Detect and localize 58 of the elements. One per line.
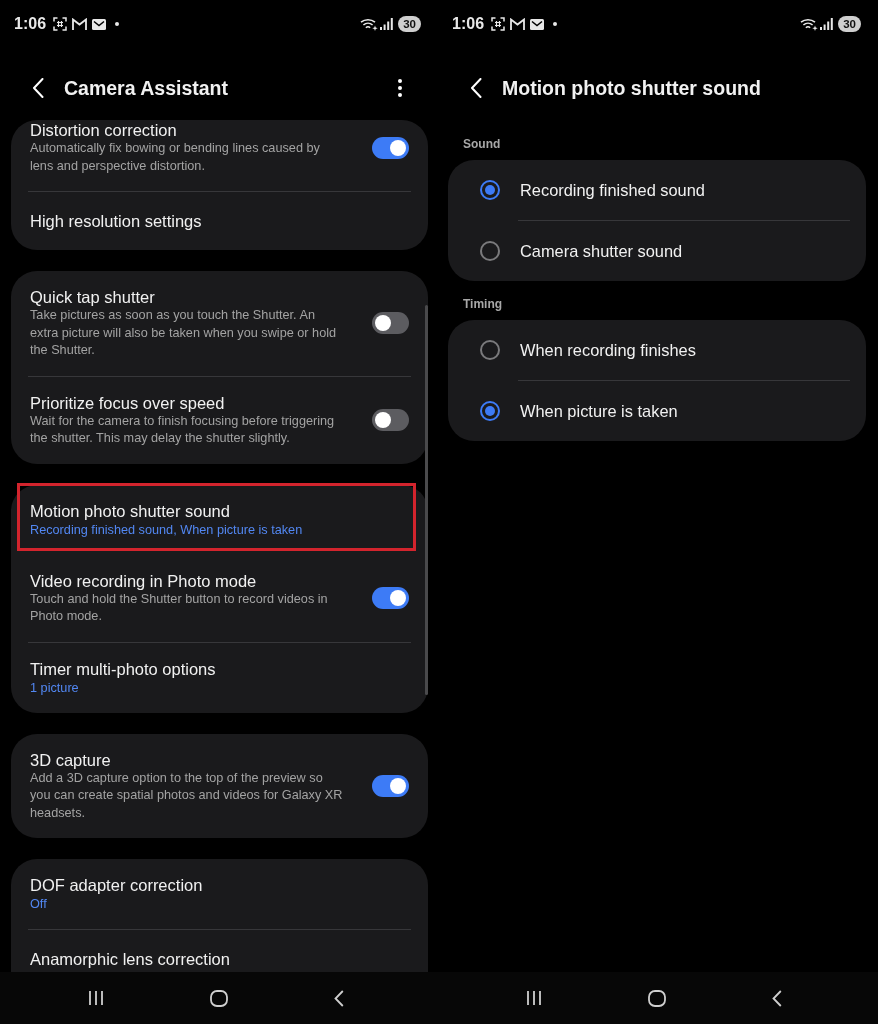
- setting-title[interactable]: 3D capture: [30, 749, 111, 770]
- frame-corners-icon: [53, 17, 68, 31]
- radio-button[interactable]: [480, 401, 500, 421]
- wifi-icon: [360, 17, 379, 31]
- setting-title[interactable]: Motion photo shutter sound: [30, 500, 230, 521]
- radio-button[interactable]: [480, 340, 500, 360]
- toggle-switch[interactable]: [372, 587, 409, 609]
- setting-description: Automatically fix bowing or bending lines caused by lens and perspective distortion.: [30, 140, 321, 175]
- back-icon[interactable]: [334, 989, 344, 1007]
- option-label[interactable]: Camera shutter sound: [520, 241, 683, 261]
- status-time: 1:06: [452, 15, 485, 33]
- setting-title[interactable]: Prioritize focus over speed: [30, 392, 225, 413]
- recent-apps-icon[interactable]: [526, 990, 542, 1006]
- radio-button[interactable]: [480, 180, 500, 200]
- signal-icon: [380, 18, 394, 30]
- recent-apps-icon[interactable]: [88, 990, 104, 1006]
- section-label: Timing: [463, 296, 503, 312]
- toggle-switch[interactable]: [372, 409, 409, 431]
- setting-title[interactable]: Anamorphic lens correction: [30, 949, 230, 969]
- mail-logo-icon: [510, 18, 526, 30]
- frame-corners-icon: [491, 17, 506, 31]
- setting-value: 1 picture: [30, 679, 79, 697]
- setting-description: Touch and hold the Shutter button to record videos in Photo mode.: [30, 590, 329, 625]
- setting-description: Wait for the camera to finish focusing before triggering the shutter. This may delay the shutter slightly.: [30, 412, 336, 447]
- toggle-switch[interactable]: [372, 774, 409, 797]
- envelope-icon: [530, 18, 545, 30]
- option-label[interactable]: When recording finishes: [520, 340, 696, 360]
- mail-logo-icon: [72, 18, 88, 30]
- setting-title[interactable]: High resolution settings: [30, 211, 202, 231]
- envelope-icon: [92, 18, 107, 30]
- setting-title[interactable]: Timer multi-photo options: [30, 658, 216, 679]
- setting-title[interactable]: DOF adapter correction: [30, 875, 203, 895]
- page-title: Motion photo shutter sound: [502, 76, 761, 100]
- page-title: Camera Assistant: [64, 76, 229, 100]
- setting-description: Add a 3D capture option to the top of the preview so you can create spatial photos and videos for Galaxy XR headsets.: [30, 769, 344, 822]
- setting-title[interactable]: Quick tap shutter: [30, 287, 155, 307]
- dot-icon: [553, 22, 558, 26]
- toggle-switch[interactable]: [372, 312, 409, 335]
- wifi-icon: [800, 17, 819, 31]
- setting-title[interactable]: Video recording in Photo mode: [30, 570, 257, 591]
- status-time: 1:06: [14, 15, 47, 33]
- back-icon[interactable]: [772, 989, 782, 1007]
- setting-value: Recording finished sound, When picture is taken: [30, 521, 303, 539]
- more-options-icon[interactable]: [398, 79, 402, 97]
- toggle-switch[interactable]: [372, 136, 409, 159]
- setting-description: Take pictures as soon as you touch the Shutter. An extra picture will also be taken when you swipe or hold the Shutter.: [30, 307, 338, 359]
- radio-button[interactable]: [480, 241, 500, 261]
- option-label[interactable]: When picture is taken: [520, 401, 678, 421]
- setting-title[interactable]: Distortion correction: [30, 120, 177, 140]
- home-icon[interactable]: [210, 989, 228, 1007]
- battery-indicator: 30: [838, 16, 861, 32]
- home-icon[interactable]: [648, 989, 666, 1007]
- setting-value: Off: [30, 896, 47, 913]
- section-label: Sound: [463, 136, 501, 152]
- dot-icon: [115, 22, 120, 26]
- battery-indicator: 30: [398, 16, 421, 32]
- option-label[interactable]: Recording finished sound: [520, 180, 705, 200]
- signal-icon: [820, 18, 834, 30]
